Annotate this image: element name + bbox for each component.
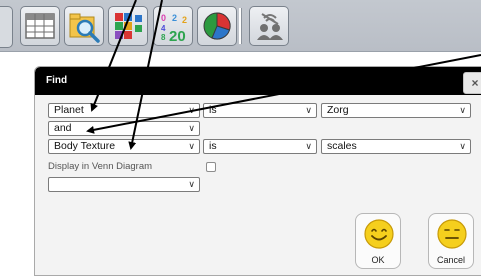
arrow-to-and — [86, 54, 481, 134]
arrow-to-planet — [90, 0, 137, 112]
arrow-to-body-texture — [128, 0, 163, 150]
annotation-arrows — [86, 0, 481, 150]
